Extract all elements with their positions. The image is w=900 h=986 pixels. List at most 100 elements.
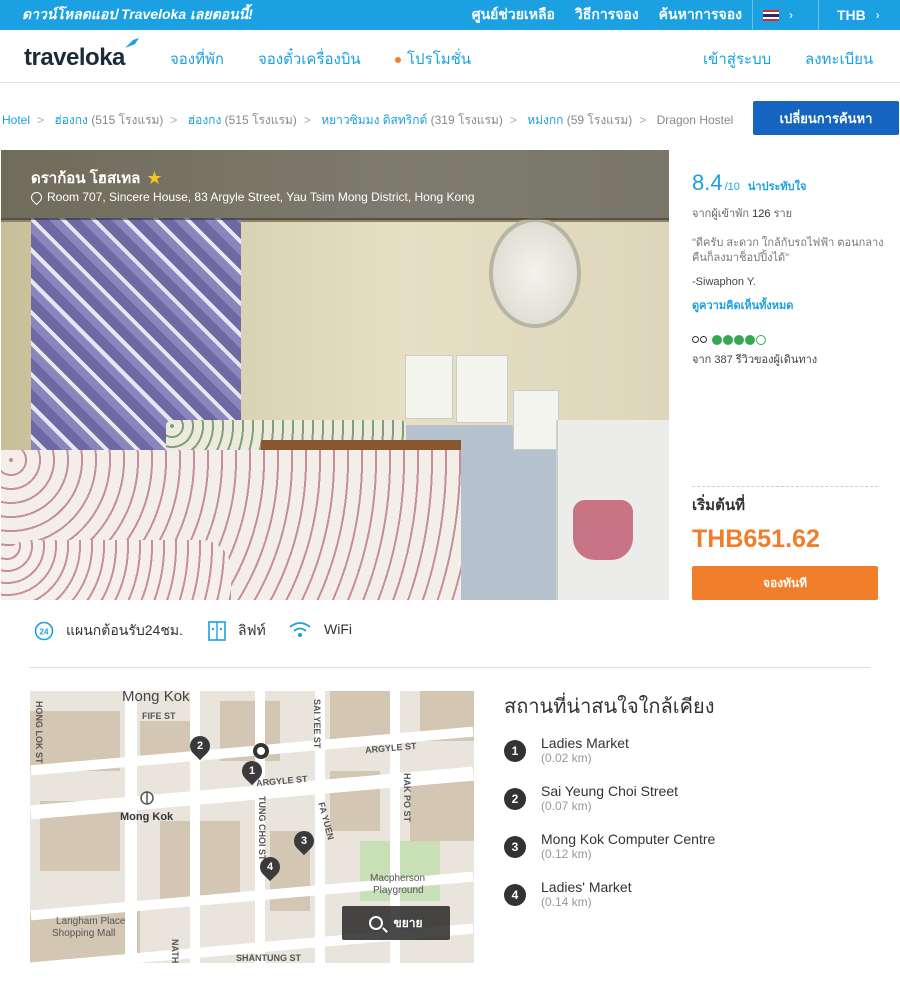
nearby-place[interactable]: 3 Mong Kok Computer Centre (0.12 km)	[504, 831, 715, 861]
map-label: SAI YEE ST	[312, 699, 322, 749]
thai-flag-icon	[763, 9, 779, 21]
map-label: TUNG CHOI ST	[257, 796, 267, 861]
amenity-wifi: WiFi	[288, 620, 352, 638]
guest-suffix: ราย	[773, 208, 793, 220]
map-label: Playground	[373, 885, 424, 896]
nearby-title: สถานที่น่าสนใจใกล้เคียง	[504, 696, 715, 718]
breadcrumb-item[interactable]: ฮ่องกง	[188, 113, 222, 127]
price-block: เริ่มต้นที่ THB651.62	[692, 486, 878, 554]
amenity-label: แผนกต้อนรับ24ชม.	[66, 622, 183, 638]
hotel-name: ดราก้อน โฮสเทล ★	[31, 166, 162, 190]
app-download-link[interactable]: ดาวน์โหลดแอป Traveloka เลยตอนนี้!	[0, 4, 462, 26]
hotel-address: Room 707, Sincere House, 83 Argyle Stree…	[28, 189, 475, 205]
place-name: Ladies Market	[541, 735, 629, 751]
rating-bubble-icon	[734, 335, 744, 345]
map-zoom-button[interactable]: ขยาย	[342, 906, 450, 940]
rating-bubble-icon	[745, 335, 755, 345]
rating-bubble-icon	[712, 335, 722, 345]
currency-label: THB	[837, 7, 866, 23]
amenity-24h: 24 แผนกต้อนรับ24ชม.	[34, 620, 183, 642]
nav-flights[interactable]: จองตั๋วเครื่องบิน	[258, 47, 361, 71]
map-label: Mong Kok	[122, 691, 190, 705]
breadcrumb: Hotel > ฮ่องกง (515 โรงแรม) > ฮ่องกง (515 …	[2, 113, 734, 127]
rating-bubble-icon	[723, 335, 733, 345]
place-name: Ladies' Market	[541, 879, 632, 895]
breadcrumb-item[interactable]: หม่งกก	[527, 113, 563, 127]
map-label: FIFE ST	[142, 711, 176, 721]
map-label: Macpherson	[370, 873, 426, 884]
place-distance: (0.14 km)	[541, 895, 592, 909]
language-selector[interactable]: ›	[752, 0, 818, 30]
breadcrumb-count: (319 โรงแรม)	[430, 113, 503, 127]
amenity-label: WiFi	[324, 621, 352, 637]
star-icon: ★	[146, 167, 163, 188]
24h-icon: 24	[34, 621, 54, 641]
score-verdict: น่าประทับใจ	[747, 181, 807, 193]
nearby-place[interactable]: 4 Ladies' Market (0.14 km)	[504, 879, 632, 909]
map-label: HONG LOK ST	[34, 701, 44, 764]
hotel-name-text: ดราก้อน โฮสเทล	[31, 170, 141, 187]
nav-hotels[interactable]: จองที่พัก	[170, 47, 224, 71]
review-quote: "ดีครับ สะดวก ใกล้กับรถไฟฟ้า ตอนกลางคืนก…	[692, 237, 884, 264]
map-marker-1[interactable]: 1	[237, 756, 267, 786]
hotel-location-pin-icon	[253, 743, 269, 759]
place-number: 1	[504, 740, 526, 762]
reviewer-name: -Siwaphon Y.	[692, 276, 756, 288]
score-value: 8.4	[692, 170, 723, 195]
breadcrumb-count: (515 โรงแรม)	[91, 113, 164, 127]
place-number: 2	[504, 788, 526, 810]
currency-selector[interactable]: THB ›	[818, 0, 900, 30]
map-label: Shopping Mall	[52, 928, 116, 939]
chevron-right-icon: ›	[875, 8, 880, 22]
review-summary: 8.4 /10 น่าประทับใจ จากผู้เข้าพัก 126 รา…	[692, 170, 887, 368]
app-download-bar: ดาวน์โหลดแอป Traveloka เลยตอนนี้! ศูนย์ช…	[0, 0, 900, 30]
find-booking-link[interactable]: ค้นหาการจอง	[649, 0, 752, 30]
place-distance: (0.07 km)	[541, 799, 592, 813]
place-name: Mong Kok Computer Centre	[541, 831, 716, 847]
map-label: NATHAN RD	[170, 939, 180, 963]
login-link[interactable]: เข้าสู่ระบบ	[703, 47, 771, 71]
map-zoom-label: ขยาย	[393, 915, 423, 930]
score-out-of: /10	[724, 181, 740, 193]
bird-icon	[124, 38, 139, 48]
breadcrumb-item[interactable]: Hotel	[2, 113, 30, 127]
hotel-photo[interactable]: ดราก้อน โฮสเทล ★ Room 707, Sincere House…	[1, 150, 669, 600]
amenity-elevator: ลิฟท์	[208, 620, 266, 642]
help-center-link[interactable]: ศูนย์ช่วยเหลือ	[462, 0, 565, 30]
map-label: Mong Kok	[120, 811, 174, 823]
nearby-place[interactable]: 2 Sai Yeung Choi Street (0.07 km)	[504, 783, 678, 813]
change-search-button[interactable]: เปลี่ยนการค้นหา	[753, 101, 899, 135]
nav-promotions-label: โปรโมชั่น	[407, 51, 472, 68]
map-marker-3[interactable]: 3	[289, 826, 319, 856]
nearby-place[interactable]: 1 Ladies Market (0.02 km)	[504, 735, 629, 765]
map-marker-4[interactable]: 4	[255, 852, 285, 882]
breadcrumb-item[interactable]: ฮ่องกง	[54, 113, 88, 127]
place-distance: (0.02 km)	[541, 751, 592, 765]
price-value: THB651.62	[692, 525, 820, 553]
how-to-book-link[interactable]: วิธีการจอง	[565, 0, 649, 30]
location-map[interactable]: Mong Kok FIFE ST SAI YEE ST ARGYLE ST AR…	[30, 691, 474, 963]
nav-promotions[interactable]: โปรโมชั่น	[395, 47, 471, 71]
breadcrumb-current: Dragon Hostel	[656, 113, 734, 127]
tripadvisor-count: จาก 387 รีวิวของผู้เดินทาง	[692, 354, 818, 366]
map-label: SHANTUNG ST	[236, 953, 301, 963]
tripadvisor-rating[interactable]	[692, 334, 887, 346]
place-distance: (0.12 km)	[541, 847, 592, 861]
guest-count: จากผู้เข้าพัก 126 ราย	[692, 204, 887, 222]
see-all-reviews-link[interactable]: ดูความคิดเห็นทั้งหมด	[692, 296, 887, 314]
chevron-right-icon: ›	[789, 8, 793, 22]
register-link[interactable]: ลงทะเบียน	[805, 47, 873, 71]
book-now-button[interactable]: จองทันที	[692, 566, 878, 600]
breadcrumb-item[interactable]: หยาวซิมมง ดิสทริกต์	[321, 113, 427, 127]
place-number: 3	[504, 836, 526, 858]
map-marker-2[interactable]: 2	[185, 731, 215, 761]
review-score: 8.4 /10 น่าประทับใจ	[692, 170, 887, 196]
map-label: HAK PO ST	[402, 773, 412, 823]
breadcrumb-count: (59 โรงแรม)	[566, 113, 633, 127]
traveloka-logo[interactable]: traveloka	[24, 38, 139, 72]
svg-text:24: 24	[40, 628, 49, 637]
tripadvisor-owl-icon	[692, 334, 708, 346]
location-pin-icon	[28, 189, 45, 205]
hotel-address-text: Room 707, Sincere House, 83 Argyle Stree…	[47, 190, 475, 204]
place-name: Sai Yeung Choi Street	[541, 783, 678, 799]
